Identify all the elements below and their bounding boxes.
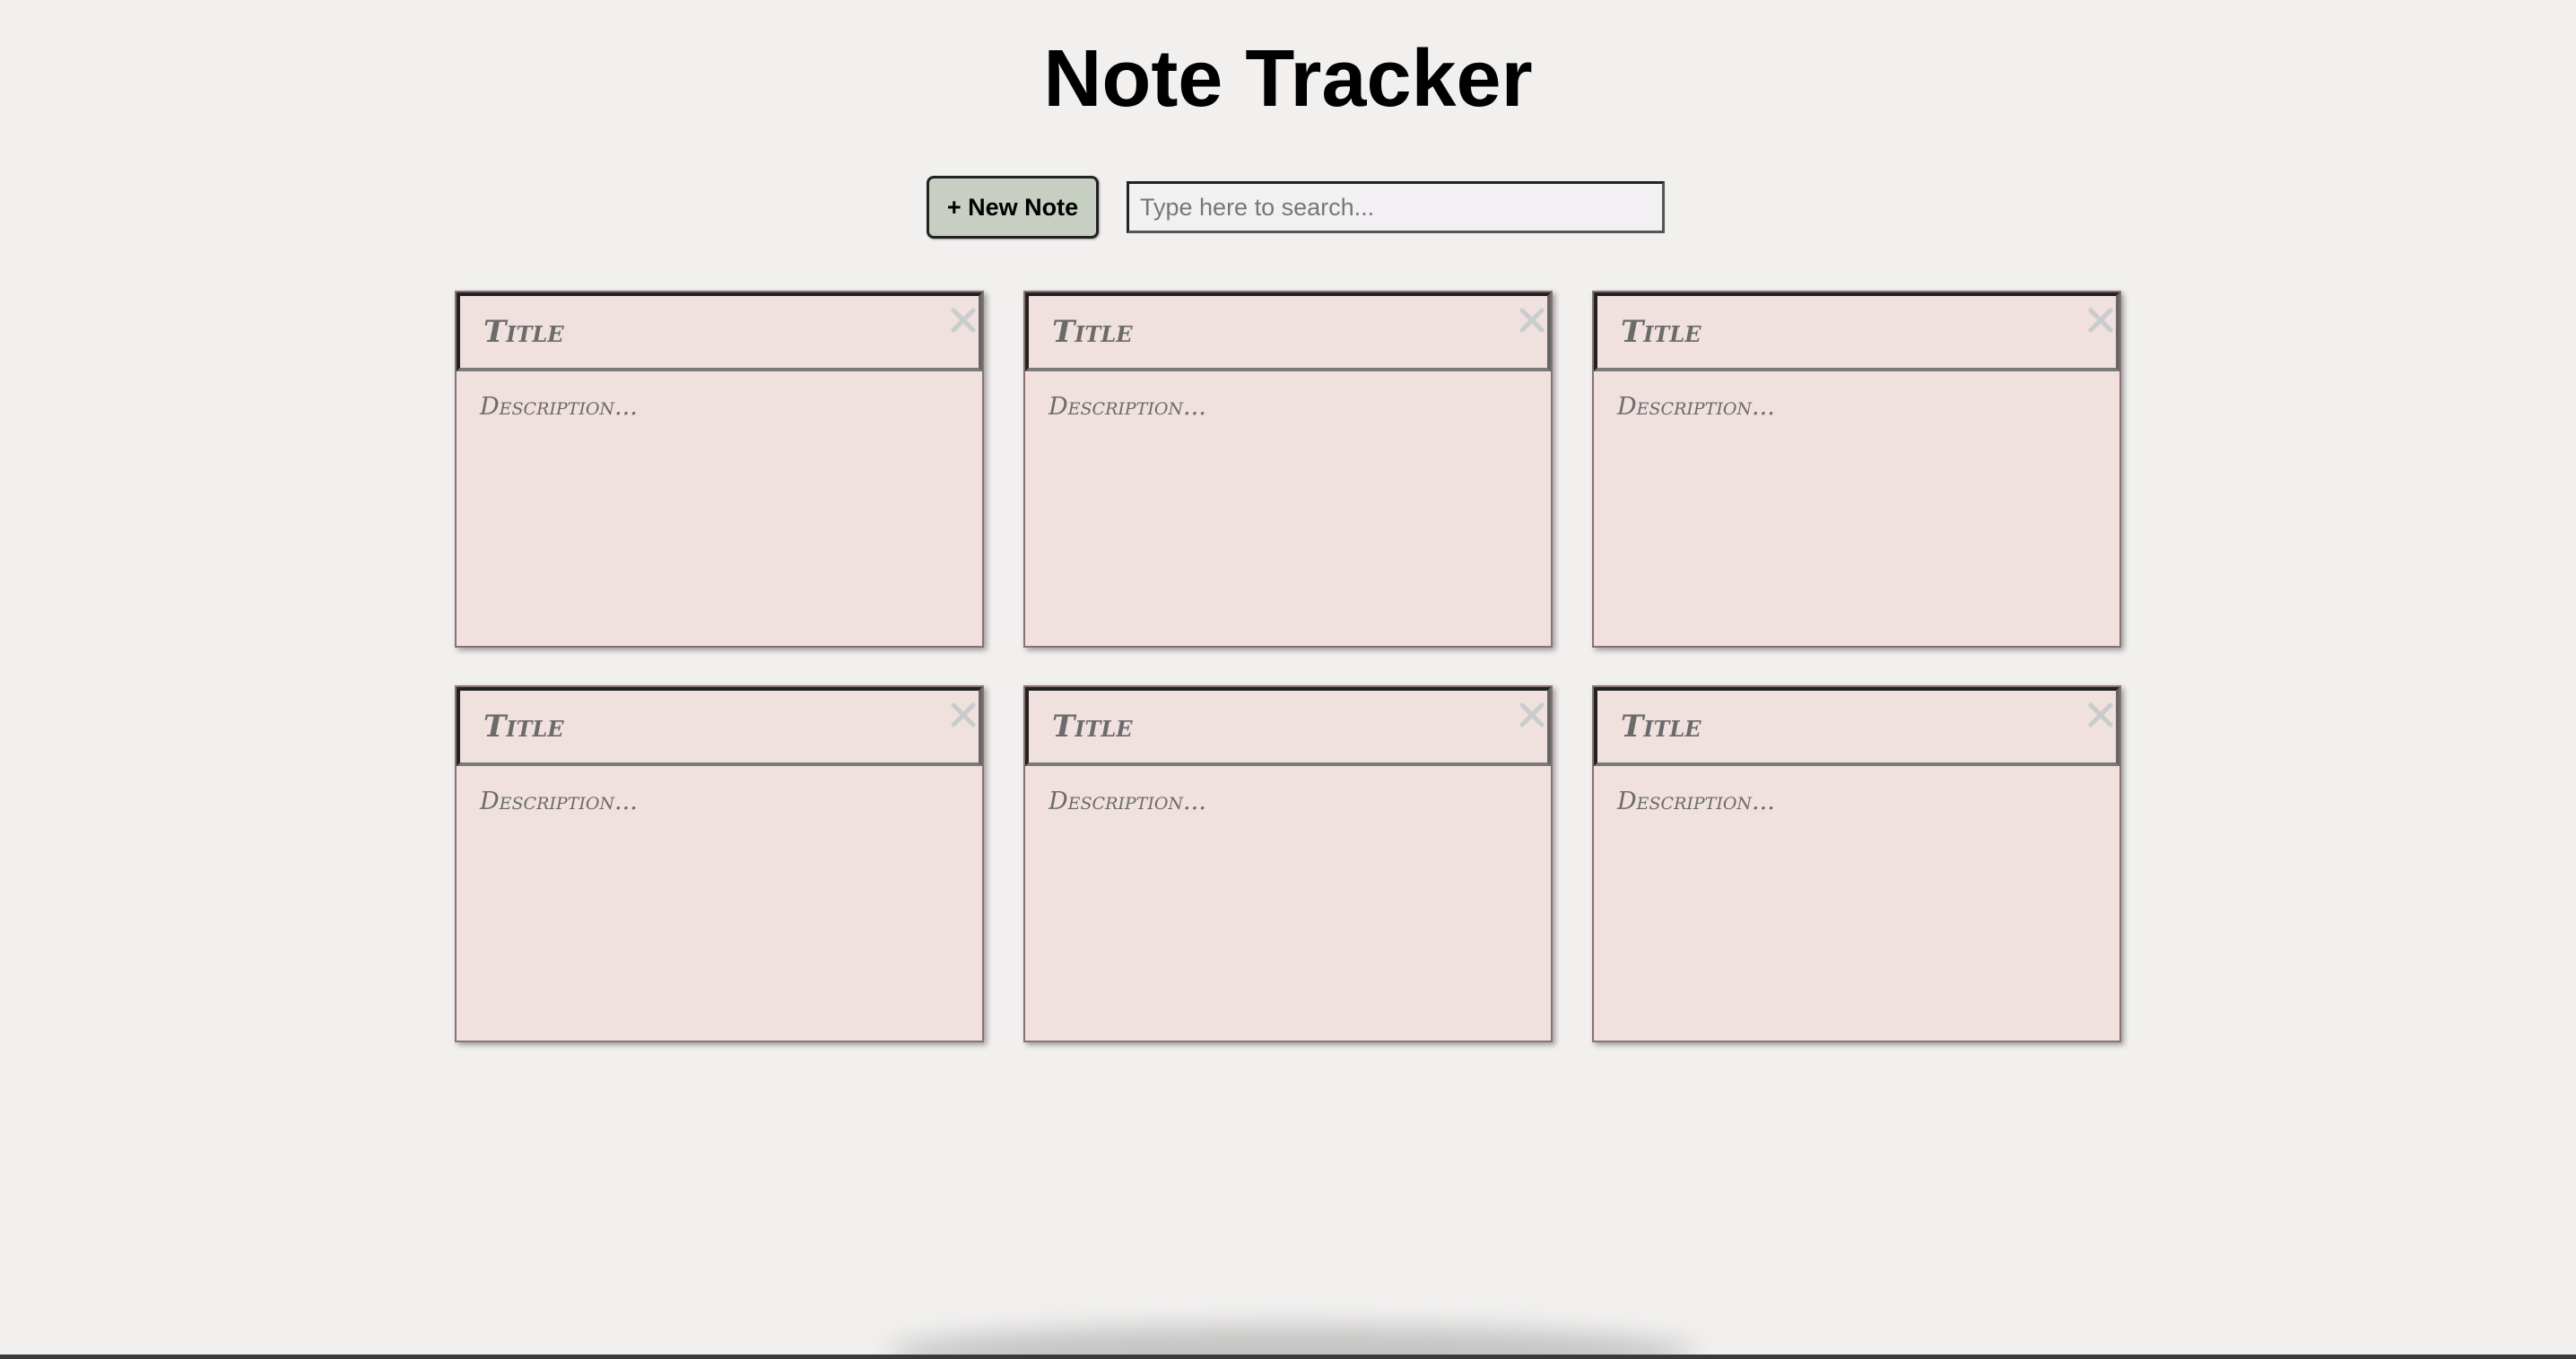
close-icon[interactable] xyxy=(1517,700,1547,730)
note-title-field[interactable]: Title xyxy=(1025,292,1551,371)
close-icon[interactable] xyxy=(948,700,979,730)
note-card: Title Description... xyxy=(1023,291,1553,648)
note-description-field[interactable]: Description... xyxy=(480,389,964,425)
search-input[interactable] xyxy=(1127,181,1665,233)
note-title-field[interactable]: Title xyxy=(457,292,982,371)
note-description-field[interactable]: Description... xyxy=(1049,784,1533,820)
note-title-field[interactable]: Title xyxy=(1594,292,2119,371)
notes-grid: Title Description... Title Description..… xyxy=(455,291,2121,1042)
note-title-field[interactable]: Title xyxy=(1594,687,2119,766)
close-icon[interactable] xyxy=(948,305,979,335)
new-note-button[interactable]: + New Note xyxy=(927,176,1099,239)
note-card: Title Description... xyxy=(1023,685,1553,1042)
close-icon[interactable] xyxy=(1517,305,1547,335)
note-card: Title Description... xyxy=(455,291,984,648)
note-tracker-page: Note Tracker + New Note Title Descriptio… xyxy=(0,0,2576,1359)
note-card: Title Description... xyxy=(1592,291,2121,648)
note-card: Title Description... xyxy=(455,685,984,1042)
note-description-field[interactable]: Description... xyxy=(1617,784,2102,820)
note-title-field[interactable]: Title xyxy=(457,687,982,766)
note-description-field[interactable]: Description... xyxy=(1617,389,2102,425)
close-icon[interactable] xyxy=(2085,700,2116,730)
note-description-field[interactable]: Description... xyxy=(1049,389,1533,425)
app-title: Note Tracker xyxy=(1043,34,1533,124)
note-title-field[interactable]: Title xyxy=(1025,687,1551,766)
window-bottom-edge xyxy=(0,1355,2576,1359)
note-card: Title Description... xyxy=(1592,685,2121,1042)
close-icon[interactable] xyxy=(2085,305,2116,335)
note-description-field[interactable]: Description... xyxy=(480,784,964,820)
